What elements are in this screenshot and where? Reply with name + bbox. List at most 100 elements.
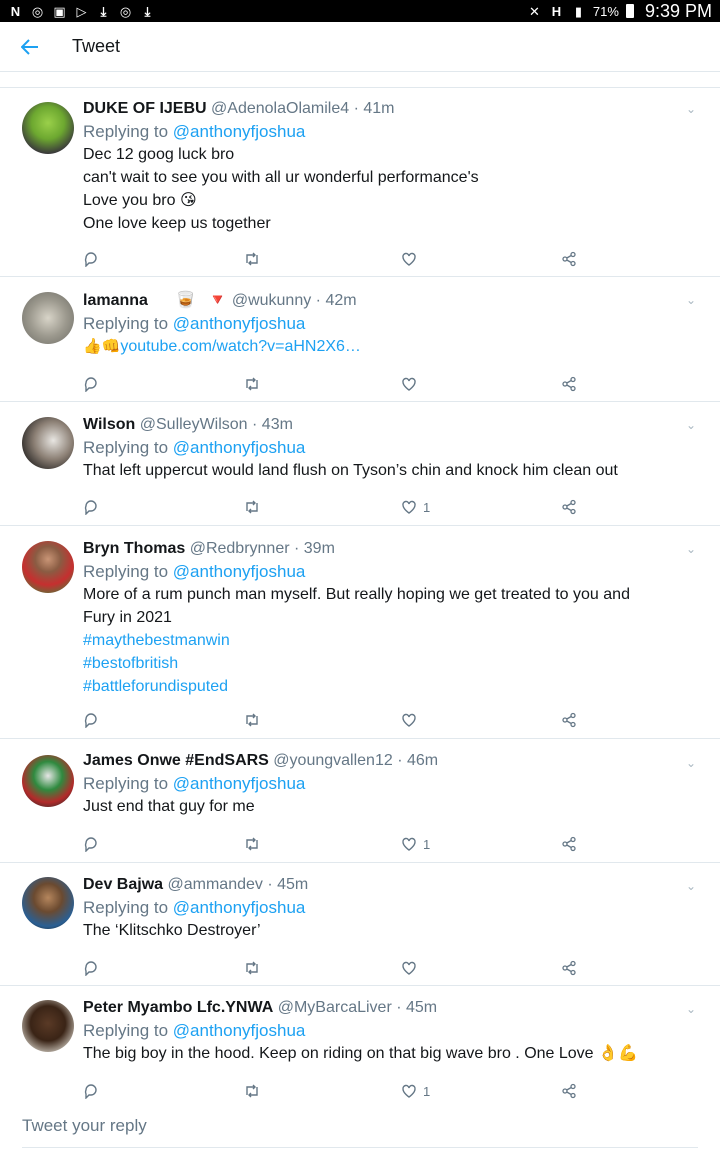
play-icon: ▷ bbox=[76, 3, 87, 19]
external-link[interactable]: youtube.com/watch?v=aHN2X6… bbox=[120, 338, 361, 355]
author-name[interactable]: DUKE OF IJEBU bbox=[83, 100, 207, 117]
like-button[interactable]: 1 bbox=[401, 833, 430, 855]
reply-input[interactable]: Tweet your reply bbox=[22, 1116, 147, 1136]
reply-button[interactable] bbox=[83, 496, 99, 518]
tweet-time: · 45m bbox=[267, 876, 309, 893]
back-button[interactable] bbox=[0, 22, 60, 72]
like-button[interactable] bbox=[401, 957, 423, 979]
author-badges: ⠀⠀🥃⠀🔻 bbox=[152, 292, 228, 309]
share-button[interactable] bbox=[561, 833, 577, 855]
heart-icon bbox=[402, 500, 416, 514]
like-button[interactable] bbox=[401, 709, 423, 731]
tweet[interactable]: ⌄ James Onwe #EndSARS @youngvallen12 · 4… bbox=[0, 739, 720, 863]
author-handle[interactable]: @AdenolaOlamile4 bbox=[211, 100, 349, 117]
mention-link[interactable]: @anthonyfjoshua bbox=[173, 438, 306, 457]
retweet-button[interactable] bbox=[243, 496, 261, 518]
avatar[interactable] bbox=[22, 1000, 74, 1052]
mention-link[interactable]: @anthonyfjoshua bbox=[173, 774, 306, 793]
retweet-button[interactable] bbox=[243, 373, 261, 395]
hashtag-link[interactable]: #battleforundisputed bbox=[83, 675, 690, 698]
reply-button[interactable] bbox=[83, 957, 99, 979]
retweet-button[interactable] bbox=[243, 248, 261, 270]
mention-link[interactable]: @anthonyfjoshua bbox=[173, 122, 306, 141]
author-name[interactable]: Wilson bbox=[83, 416, 135, 433]
retweet-button[interactable] bbox=[243, 833, 261, 855]
tweet-text-line: can't wait to see you with all ur wonder… bbox=[83, 169, 479, 186]
status-bar-right: ✕ H ▮ 71% 9:39 PM bbox=[527, 1, 712, 22]
tweet[interactable]: ⌄ Dev Bajwa @ammandev · 45m Replying to … bbox=[0, 863, 720, 986]
tweet[interactable]: ⌄ Peter Myambo Lfc.YNWA @MyBarcaLiver · … bbox=[0, 986, 720, 1104]
reply-button[interactable] bbox=[83, 1080, 99, 1102]
mute-icon: ✕ bbox=[528, 3, 540, 19]
mention-link[interactable]: @anthonyfjoshua bbox=[173, 314, 306, 333]
avatar[interactable] bbox=[22, 541, 74, 593]
mention-link[interactable]: @anthonyfjoshua bbox=[173, 898, 306, 917]
author-handle[interactable]: @SulleyWilson bbox=[140, 416, 248, 433]
network-icon: H bbox=[551, 3, 562, 19]
tweet[interactable]: ⌄ DUKE OF IJEBU @AdenolaOlamile4 · 41m R… bbox=[0, 88, 720, 277]
tweet-text-line: The big boy in the hood. Keep on riding … bbox=[83, 1045, 638, 1062]
author-name[interactable]: Bryn Thomas bbox=[83, 540, 185, 557]
like-button[interactable] bbox=[401, 248, 423, 270]
mention-link[interactable]: @anthonyfjoshua bbox=[173, 562, 306, 581]
retweet-icon bbox=[246, 1084, 258, 1098]
reply-button[interactable] bbox=[83, 709, 99, 731]
previous-tweet-remnant bbox=[0, 72, 720, 88]
reply-button[interactable] bbox=[83, 248, 99, 270]
tweet-actions: 1 bbox=[83, 833, 583, 855]
heart-icon bbox=[402, 837, 416, 851]
author-handle[interactable]: @youngvallen12 bbox=[273, 752, 392, 769]
tweet-time: · 41m bbox=[353, 100, 395, 117]
retweet-button[interactable] bbox=[243, 1080, 261, 1102]
avatar[interactable] bbox=[22, 755, 74, 807]
author-name[interactable]: Dev Bajwa bbox=[83, 876, 163, 893]
heart-icon bbox=[402, 961, 416, 975]
avatar[interactable] bbox=[22, 292, 74, 344]
retweet-button[interactable] bbox=[243, 957, 261, 979]
like-button[interactable]: 1 bbox=[401, 1080, 430, 1102]
tweet-time: · 39m bbox=[294, 540, 335, 557]
chrome-icon: ◎ bbox=[31, 3, 44, 19]
share-icon bbox=[562, 251, 576, 267]
share-button[interactable] bbox=[561, 709, 577, 731]
author-handle[interactable]: @wukunny bbox=[232, 292, 311, 309]
retweet-button[interactable] bbox=[243, 709, 261, 731]
retweet-icon bbox=[246, 500, 258, 514]
avatar[interactable] bbox=[22, 877, 74, 929]
tweet[interactable]: ⌄ Wilson @SulleyWilson · 43m Replying to… bbox=[0, 402, 720, 526]
share-button[interactable] bbox=[561, 248, 577, 270]
retweet-icon bbox=[246, 377, 258, 391]
like-count: 1 bbox=[423, 836, 431, 852]
share-icon bbox=[562, 712, 576, 728]
hashtag-link[interactable]: #maythebestmanwin bbox=[83, 629, 690, 652]
avatar[interactable] bbox=[22, 417, 74, 469]
reply-icon bbox=[84, 713, 97, 728]
tweet-actions: 1 bbox=[83, 1080, 583, 1102]
avatar[interactable] bbox=[22, 102, 74, 154]
hashtag-link[interactable]: #bestofbritish bbox=[83, 652, 690, 675]
like-button[interactable] bbox=[401, 373, 423, 395]
gallery-icon: ▣ bbox=[53, 3, 66, 19]
share-button[interactable] bbox=[561, 1080, 577, 1102]
tweet-text-line: Love you bro 😘 bbox=[83, 192, 197, 209]
share-button[interactable] bbox=[561, 373, 577, 395]
mention-link[interactable]: @anthonyfjoshua bbox=[173, 1021, 306, 1040]
heart-icon bbox=[402, 252, 416, 266]
share-button[interactable] bbox=[561, 957, 577, 979]
tweet[interactable]: ⌄ lamanna ⠀⠀🥃⠀🔻 @wukunny · 42m Replying … bbox=[0, 277, 720, 402]
reply-icon bbox=[84, 500, 97, 515]
reply-button[interactable] bbox=[83, 373, 99, 395]
tweet-text-line: That left uppercut would land flush on T… bbox=[83, 462, 618, 479]
reply-composer[interactable]: Tweet your reply bbox=[22, 1104, 698, 1148]
author-handle[interactable]: @MyBarcaLiver bbox=[278, 999, 392, 1016]
like-button[interactable]: 1 bbox=[401, 496, 430, 518]
share-button[interactable] bbox=[561, 496, 577, 518]
tweet-actions bbox=[83, 957, 583, 979]
tweet[interactable]: ⌄ Bryn Thomas @Redbrynner · 39m Replying… bbox=[0, 526, 720, 739]
author-name[interactable]: James Onwe #EndSARS bbox=[83, 752, 269, 769]
author-handle[interactable]: @ammandev bbox=[168, 876, 263, 893]
reply-button[interactable] bbox=[83, 833, 99, 855]
author-name[interactable]: lamanna bbox=[83, 292, 148, 309]
author-handle[interactable]: @Redbrynner bbox=[190, 540, 290, 557]
author-name[interactable]: Peter Myambo Lfc.YNWA bbox=[83, 999, 273, 1016]
